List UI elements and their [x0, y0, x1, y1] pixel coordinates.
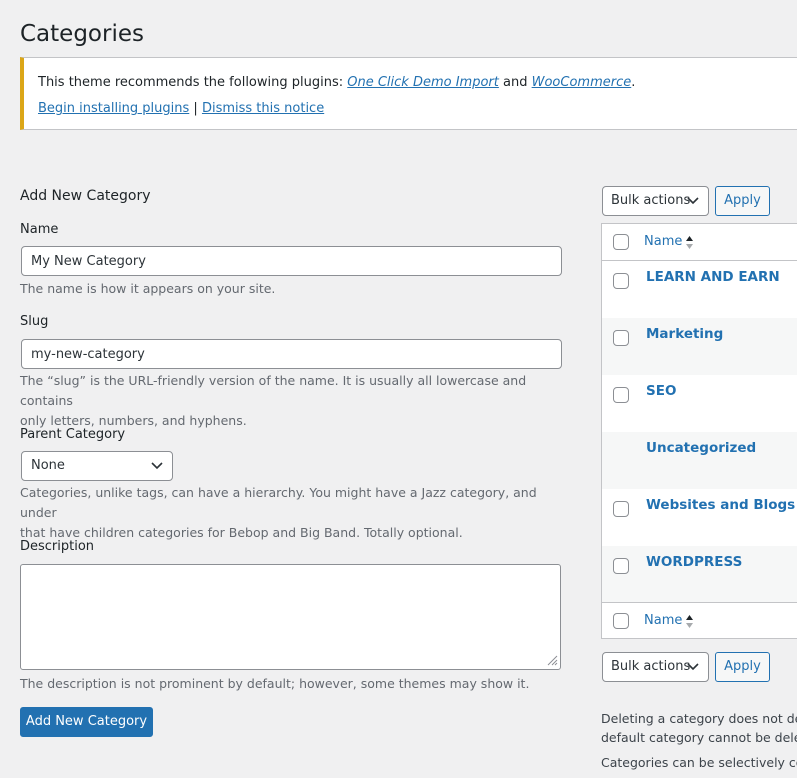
parent-help-line-1: Categories, unlike tags, can have a hier…: [20, 485, 537, 520]
name-column-footer[interactable]: Name: [644, 613, 682, 628]
add-new-category-button[interactable]: Add New Category: [20, 707, 153, 737]
name-input[interactable]: [21, 246, 562, 276]
delete-note-line-2: default category cannot be delete: [601, 730, 797, 745]
notice-actions: Begin installing plugins | Dismiss this …: [38, 101, 324, 116]
row-checkbox[interactable]: [613, 387, 629, 403]
chevron-down-icon: [151, 462, 163, 470]
table-row: Uncategorized: [602, 432, 797, 489]
categories-table: Name LEARN AND EARN Marketing SEO Uncate…: [601, 223, 797, 639]
category-link[interactable]: LEARN AND EARN: [646, 269, 780, 285]
chevron-down-icon: [687, 197, 699, 205]
table-row: LEARN AND EARN: [602, 261, 797, 318]
table-header: Name: [602, 224, 797, 261]
category-link[interactable]: SEO: [646, 383, 676, 399]
table-row: Marketing: [602, 318, 797, 375]
bulk-actions-label: Bulk actions: [611, 659, 691, 674]
notice-message: This theme recommends the following plug…: [38, 75, 635, 90]
notice-separator: |: [193, 101, 198, 116]
bulk-actions-select-bottom[interactable]: Bulk actions: [602, 652, 709, 682]
parent-category-value: None: [31, 458, 65, 473]
table-row: SEO: [602, 375, 797, 432]
category-link[interactable]: WORDPRESS: [646, 554, 742, 570]
slug-label: Slug: [20, 314, 49, 329]
convert-note: Categories can be selectively conv: [601, 755, 797, 770]
parent-category-help: Categories, unlike tags, can have a hier…: [20, 483, 560, 543]
notice-and: and: [503, 75, 528, 90]
plugin-link-one-click-demo-import[interactable]: One Click Demo Import: [347, 75, 499, 90]
table-row: WORDPRESS: [602, 546, 797, 603]
parent-category-label: Parent Category: [20, 427, 126, 442]
dismiss-notice-link[interactable]: Dismiss this notice: [202, 101, 324, 116]
category-link[interactable]: Websites and Blogs: [646, 497, 795, 513]
slug-help: The “slug” is the URL-friendly version o…: [20, 371, 560, 431]
table-footer: Name: [602, 602, 797, 638]
delete-note-line-1: Deleting a category does not dele: [601, 711, 797, 726]
page-title: Categories: [20, 21, 144, 47]
select-all-checkbox-footer[interactable]: [613, 613, 629, 629]
category-link[interactable]: Uncategorized: [646, 440, 756, 456]
description-label: Description: [20, 539, 95, 554]
chevron-down-icon: [687, 663, 699, 671]
notice-period: .: [631, 75, 636, 90]
apply-button-top[interactable]: Apply: [715, 186, 770, 216]
resize-grip-icon[interactable]: [547, 655, 558, 666]
row-checkbox[interactable]: [613, 558, 629, 574]
parent-help-line-2: that have children categories for Bebop …: [20, 525, 463, 540]
plugin-link-woocommerce[interactable]: WooCommerce: [532, 75, 632, 90]
slug-help-line-1: The “slug” is the URL-friendly version o…: [20, 373, 527, 408]
description-textarea[interactable]: [20, 564, 561, 670]
notice-prefix: This theme recommends the following plug…: [38, 75, 344, 90]
sort-icon[interactable]: [685, 614, 694, 629]
add-category-heading: Add New Category: [20, 188, 151, 204]
select-all-checkbox[interactable]: [613, 234, 629, 250]
table-row: Websites and Blogs: [602, 489, 797, 546]
begin-installing-plugins-link[interactable]: Begin installing plugins: [38, 101, 189, 116]
bulk-actions-label: Bulk actions: [611, 193, 691, 208]
name-help: The name is how it appears on your site.: [20, 281, 276, 296]
apply-button-bottom[interactable]: Apply: [715, 652, 770, 682]
row-checkbox[interactable]: [613, 273, 629, 289]
parent-category-select[interactable]: None: [21, 451, 173, 481]
sort-icon[interactable]: [685, 235, 694, 250]
slug-input[interactable]: [21, 339, 562, 369]
description-help: The description is not prominent by defa…: [20, 676, 530, 691]
row-checkbox[interactable]: [613, 330, 629, 346]
name-column-header[interactable]: Name: [644, 234, 682, 249]
category-link[interactable]: Marketing: [646, 326, 723, 342]
name-label: Name: [20, 222, 59, 237]
plugin-notice: This theme recommends the following plug…: [20, 57, 797, 130]
row-checkbox[interactable]: [613, 501, 629, 517]
bulk-actions-select-top[interactable]: Bulk actions: [602, 186, 709, 216]
